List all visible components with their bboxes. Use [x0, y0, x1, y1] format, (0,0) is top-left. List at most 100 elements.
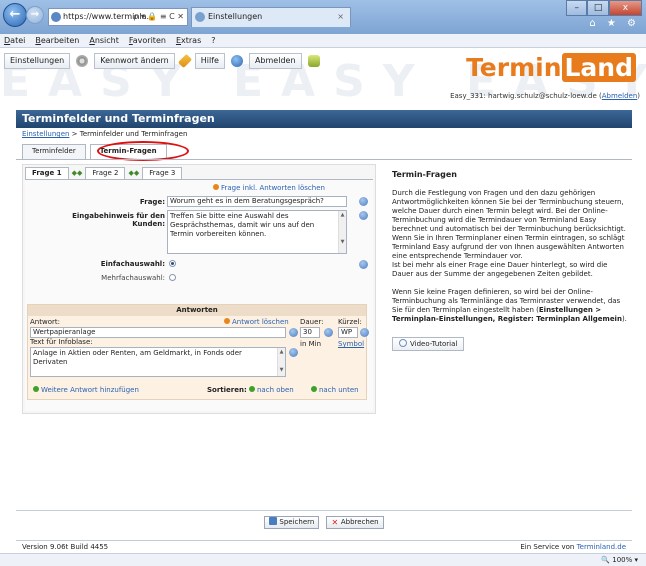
toolbar: Einstellungen Kennwort ändern Hilfe Abme…	[4, 52, 320, 70]
symbol-link[interactable]: Symbol	[338, 340, 364, 348]
menu-datei[interactable]: Datei	[4, 34, 25, 47]
back-button[interactable]: ←	[3, 3, 27, 27]
delete-answer-link[interactable]: Antwort löschen	[224, 318, 289, 326]
infobox-text: Anlage in Aktien oder Renten, am Geldmar…	[33, 349, 242, 366]
tab-divider	[16, 159, 632, 160]
key-icon	[307, 55, 320, 67]
help-text-2-end: ).	[621, 315, 627, 323]
logout-button[interactable]: Abmelden	[248, 53, 302, 69]
question-tabs: Frage 1 ◆◆ Frage 2 ◆◆ Frage 3	[25, 167, 183, 179]
info-icon[interactable]	[289, 328, 298, 337]
info-icon[interactable]	[359, 197, 368, 206]
short-label: Kürzel:	[338, 318, 362, 326]
close-window-button[interactable]: x	[608, 0, 642, 16]
help-icon	[230, 55, 243, 67]
video-tutorial-label: Video-Tutorial	[410, 340, 458, 348]
tab-frage-3[interactable]: Frage 3	[142, 167, 183, 179]
question-panel: Frage inkl. Antworten löschen Frage: Wor…	[25, 179, 373, 411]
service-info: Ein Service von Terminland.de	[520, 541, 626, 553]
forward-button[interactable]: →	[26, 6, 44, 24]
save-label: Speichern	[279, 518, 315, 526]
sort-down-link[interactable]: nach unten	[311, 386, 359, 394]
user-email: Easy_331: hartwig.schulz@schulz-loew.de …	[450, 92, 602, 100]
menu-extras[interactable]: Extras	[176, 34, 201, 47]
help-title: Termin-Fragen	[392, 170, 458, 179]
multi-choice-radio[interactable]	[169, 274, 176, 281]
tab-frage-2[interactable]: Frage 2	[85, 167, 126, 179]
minimize-button[interactable]: –	[566, 0, 588, 16]
add-answer-text: Weitere Antwort hinzufügen	[41, 386, 139, 394]
tab-terminfelder[interactable]: Terminfelder	[22, 144, 86, 159]
cancel-icon: ✕	[331, 518, 339, 527]
infobox-textarea[interactable]: Anlage in Aktien oder Renten, am Geldmar…	[30, 347, 286, 377]
scrollbar[interactable]: ▲ ▼	[338, 211, 346, 253]
address-controls[interactable]: ρ ▾ 🔒 ≡ C ✕	[133, 9, 184, 25]
user-info: Easy_331: hartwig.schulz@schulz-loew.de …	[450, 92, 640, 100]
logo-text-land: Land	[561, 53, 636, 82]
logout-link[interactable]: Abmelden	[602, 92, 638, 100]
video-tutorial-button[interactable]: Video-Tutorial	[392, 337, 465, 351]
save-button[interactable]: Speichern	[264, 516, 320, 529]
info-icon[interactable]	[324, 328, 333, 337]
version-bar: Version 9.06t Build 4455 Ein Service von…	[16, 540, 632, 552]
infobox-label: Text für Infoblase:	[30, 338, 93, 346]
site-icon	[51, 12, 61, 22]
sort-label: Sortieren:	[207, 386, 247, 394]
hint-label-line1: Eingabehinweis für den	[72, 212, 165, 220]
tab-frage-1[interactable]: Frage 1	[25, 167, 69, 179]
hint-label-line2: Kunden:	[132, 220, 165, 228]
duration-unit: in Min	[300, 340, 322, 348]
settings-button[interactable]: Einstellungen	[4, 53, 71, 69]
multi-choice-label: Mehrfachauswahl:	[101, 274, 165, 282]
play-icon	[399, 339, 407, 347]
breadcrumb: Einstellungen > Terminfelder und Terminf…	[16, 128, 632, 140]
move-arrows-icon[interactable]: ◆◆	[72, 169, 83, 177]
scrollbar[interactable]: ▲ ▼	[277, 348, 285, 376]
help-button[interactable]: Hilfe	[194, 53, 225, 69]
info-icon[interactable]	[359, 211, 368, 220]
breadcrumb-link-settings[interactable]: Einstellungen	[22, 130, 69, 138]
delete-icon	[224, 318, 230, 324]
answer-input[interactable]: Wertpapieranlage	[30, 327, 286, 338]
info-icon[interactable]	[359, 260, 368, 269]
save-icon	[269, 517, 278, 525]
zoom-control[interactable]: 🔍 100% ▾	[601, 556, 638, 564]
menu-ansicht[interactable]: Ansicht	[89, 34, 119, 47]
window-controls: – □ x	[566, 0, 642, 16]
short-input[interactable]: WP	[338, 327, 358, 338]
delete-question-link[interactable]: Frage inkl. Antworten löschen	[213, 184, 325, 192]
info-icon[interactable]	[289, 348, 298, 357]
terminland-link[interactable]: Terminland.de	[577, 543, 626, 551]
help-paragraph: Durch die Festlegung von Fragen und den …	[392, 189, 628, 279]
hint-textarea[interactable]: Treffen Sie bitte eine Auswahl des Gespr…	[167, 210, 347, 254]
form-actions: Speichern ✕ Abbrechen	[16, 516, 632, 534]
sort-up-text: nach oben	[257, 386, 294, 394]
sort-up-link[interactable]: nach oben	[249, 386, 294, 394]
question-input[interactable]: Worum geht es in dem Beratungsgespräch?	[167, 196, 347, 207]
move-arrows-icon[interactable]: ◆◆	[128, 169, 139, 177]
highlight-circle	[97, 141, 189, 161]
change-password-button[interactable]: Kennwort ändern	[94, 53, 175, 69]
answer-label: Antwort:	[30, 318, 60, 326]
address-bar[interactable]: https://www.terminla... ρ ▾ 🔒 ≡ C ✕	[48, 8, 188, 26]
single-choice-radio[interactable]	[169, 260, 176, 267]
cancel-label: Abbrechen	[340, 518, 379, 526]
cancel-button[interactable]: ✕ Abbrechen	[325, 516, 384, 529]
add-icon	[33, 386, 39, 392]
tab-close-icon[interactable]: ×	[337, 8, 344, 26]
duration-input[interactable]: 30	[300, 327, 320, 338]
tab-favicon-icon	[195, 12, 205, 22]
info-icon[interactable]	[360, 328, 369, 337]
home-favorites-settings-icon[interactable]: ⌂ ★ ⚙	[589, 18, 640, 29]
menu-bearbeiten[interactable]: Bearbeiten	[35, 34, 79, 47]
menu-help[interactable]: ?	[211, 34, 215, 47]
help-panel: Termin-Fragen Durch die Festlegung von F…	[392, 164, 628, 504]
sort-down-text: nach unten	[319, 386, 359, 394]
browser-titlebar: ← → https://www.terminla... ρ ▾ 🔒 ≡ C ✕ …	[0, 0, 646, 34]
pencil-icon	[177, 53, 192, 69]
arrow-up-icon	[249, 386, 255, 392]
menu-favoriten[interactable]: Favoriten	[129, 34, 166, 47]
browser-tab[interactable]: Einstellungen ×	[191, 7, 351, 27]
add-answer-link[interactable]: Weitere Antwort hinzufügen	[33, 386, 139, 394]
maximize-button[interactable]: □	[587, 0, 609, 16]
